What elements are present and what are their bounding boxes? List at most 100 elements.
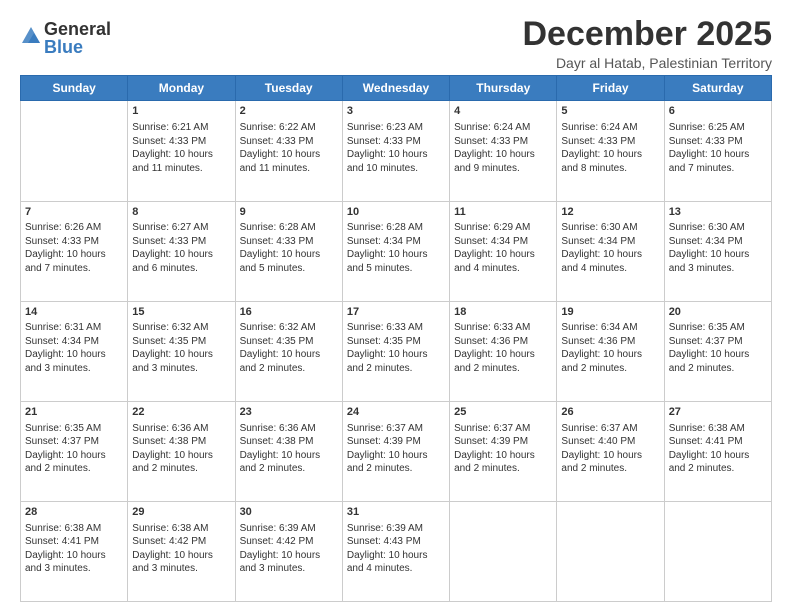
daylight-text: Daylight: 10 hours and 3 minutes. <box>25 550 106 575</box>
col-saturday: Saturday <box>664 76 771 101</box>
calendar-header-row: Sunday Monday Tuesday Wednesday Thursday… <box>21 76 772 101</box>
daylight-text: Daylight: 10 hours and 3 minutes. <box>240 550 321 575</box>
table-row: 2Sunrise: 6:22 AMSunset: 4:33 PMDaylight… <box>235 101 342 201</box>
sunset-text: Sunset: 4:43 PM <box>347 536 421 547</box>
sunset-text: Sunset: 4:33 PM <box>669 136 743 147</box>
table-row: 13Sunrise: 6:30 AMSunset: 4:34 PMDayligh… <box>664 201 771 301</box>
sunrise-text: Sunrise: 6:24 AM <box>454 122 530 133</box>
sunset-text: Sunset: 4:41 PM <box>25 536 99 547</box>
table-row: 18Sunrise: 6:33 AMSunset: 4:36 PMDayligh… <box>450 301 557 401</box>
day-number: 12 <box>561 205 659 220</box>
table-row <box>664 501 771 601</box>
col-sunday: Sunday <box>21 76 128 101</box>
sunset-text: Sunset: 4:38 PM <box>240 436 314 447</box>
daylight-text: Daylight: 10 hours and 2 minutes. <box>669 349 750 374</box>
sunrise-text: Sunrise: 6:39 AM <box>240 523 316 534</box>
table-row: 10 Sunrise: 6:28 AM Sunset: 4:34 PM Dayligh… <box>342 201 449 301</box>
col-wednesday: Wednesday <box>342 76 449 101</box>
col-monday: Monday <box>128 76 235 101</box>
sunset-text: Sunset: 4:34 PM <box>347 236 421 247</box>
table-row: 16Sunrise: 6:32 AMSunset: 4:35 PMDayligh… <box>235 301 342 401</box>
logo-text: General Blue <box>44 20 111 56</box>
sunrise-text: Sunrise: 6:33 AM <box>347 322 423 333</box>
table-row: 22Sunrise: 6:36 AMSunset: 4:38 PMDayligh… <box>128 401 235 501</box>
daylight-text: Daylight: 10 hours and 11 minutes. <box>240 149 321 174</box>
sunrise-text: Sunrise: 6:32 AM <box>132 322 208 333</box>
day-number: 20 <box>669 305 767 320</box>
day-number: 22 <box>132 405 230 420</box>
daylight-text: Daylight: 10 hours and 9 minutes. <box>454 149 535 174</box>
day-number: 3 <box>347 104 445 119</box>
daylight-text: Daylight: 10 hours and 10 minutes. <box>347 149 428 174</box>
day-number: 8 <box>132 205 230 220</box>
table-row <box>557 501 664 601</box>
sunset-text: Sunset: 4:36 PM <box>454 336 528 347</box>
sunrise-text: Sunrise: 6:29 AM <box>454 222 530 233</box>
day-number: 26 <box>561 405 659 420</box>
col-friday: Friday <box>557 76 664 101</box>
daylight-text: Daylight: 10 hours and 2 minutes. <box>454 349 535 374</box>
sunrise-text: Sunrise: 6:37 AM <box>347 423 423 434</box>
sunrise-text: Sunrise: 6:26 AM <box>25 222 101 233</box>
daylight-text: Daylight: 10 hours and 3 minutes. <box>132 550 213 575</box>
sunset-text: Sunset: 4:33 PM <box>347 136 421 147</box>
sunrise-text: Sunrise: 6:32 AM <box>240 322 316 333</box>
daylight-text: Daylight: 10 hours and 6 minutes. <box>132 249 213 274</box>
day-number: 17 <box>347 305 445 320</box>
sunset-text: Sunset: 4:33 PM <box>454 136 528 147</box>
table-row: 6Sunrise: 6:25 AMSunset: 4:33 PMDaylight… <box>664 101 771 201</box>
daylight-text: Daylight: 10 hours and 5 minutes. <box>347 249 428 274</box>
table-row: 19Sunrise: 6:34 AMSunset: 4:36 PMDayligh… <box>557 301 664 401</box>
day-number: 13 <box>669 205 767 220</box>
table-row: 26Sunrise: 6:37 AMSunset: 4:40 PMDayligh… <box>557 401 664 501</box>
day-number: 1 <box>132 104 230 119</box>
table-row: 3Sunrise: 6:23 AMSunset: 4:33 PMDaylight… <box>342 101 449 201</box>
sunset-text: Sunset: 4:42 PM <box>132 536 206 547</box>
sunset-text: Sunset: 4:33 PM <box>132 236 206 247</box>
sunrise-text: Sunrise: 6:35 AM <box>25 423 101 434</box>
day-number: 9 <box>240 205 338 220</box>
sunrise-text: Sunrise: 6:37 AM <box>454 423 530 434</box>
table-row: 12Sunrise: 6:30 AMSunset: 4:34 PMDayligh… <box>557 201 664 301</box>
calendar-week-row: 14Sunrise: 6:31 AMSunset: 4:34 PMDayligh… <box>21 301 772 401</box>
day-number: 7 <box>25 205 123 220</box>
daylight-text: Daylight: 10 hours and 2 minutes. <box>25 450 106 475</box>
daylight-text: Daylight: 10 hours and 7 minutes. <box>669 149 750 174</box>
sunset-text: Sunset: 4:33 PM <box>561 136 635 147</box>
sunset-text: Sunset: 4:37 PM <box>669 336 743 347</box>
daylight-text: Daylight: 10 hours and 8 minutes. <box>561 149 642 174</box>
daylight-text: Daylight: 10 hours and 4 minutes. <box>347 550 428 575</box>
day-number: 29 <box>132 505 230 520</box>
table-row: 1Sunrise: 6:21 AMSunset: 4:33 PMDaylight… <box>128 101 235 201</box>
table-row: 9Sunrise: 6:28 AMSunset: 4:33 PMDaylight… <box>235 201 342 301</box>
daylight-text: Daylight: 10 hours and 2 minutes. <box>347 450 428 475</box>
table-row: 25Sunrise: 6:37 AMSunset: 4:39 PMDayligh… <box>450 401 557 501</box>
month-title: December 2025 <box>522 16 772 53</box>
header: General Blue December 2025 Dayr al Hatab… <box>20 16 772 71</box>
day-number: 15 <box>132 305 230 320</box>
table-row <box>21 101 128 201</box>
sunrise-text: Sunrise: 6:39 AM <box>347 523 423 534</box>
sunrise-text: Sunrise: 6:31 AM <box>25 322 101 333</box>
daylight-text: Daylight: 10 hours and 2 minutes. <box>561 349 642 374</box>
daylight-text: Daylight: 10 hours and 5 minutes. <box>240 249 321 274</box>
col-thursday: Thursday <box>450 76 557 101</box>
day-number: 16 <box>240 305 338 320</box>
day-number: 28 <box>25 505 123 520</box>
sunset-text: Sunset: 4:36 PM <box>561 336 635 347</box>
table-row: 23Sunrise: 6:36 AMSunset: 4:38 PMDayligh… <box>235 401 342 501</box>
sunset-text: Sunset: 4:42 PM <box>240 536 314 547</box>
sunrise-text: Sunrise: 6:37 AM <box>561 423 637 434</box>
calendar-week-row: 28Sunrise: 6:38 AMSunset: 4:41 PMDayligh… <box>21 501 772 601</box>
table-row: 4Sunrise: 6:24 AMSunset: 4:33 PMDaylight… <box>450 101 557 201</box>
sunrise-text: Sunrise: 6:28 AM <box>347 222 423 233</box>
col-tuesday: Tuesday <box>235 76 342 101</box>
table-row: 20Sunrise: 6:35 AMSunset: 4:37 PMDayligh… <box>664 301 771 401</box>
table-row: 8Sunrise: 6:27 AMSunset: 4:33 PMDaylight… <box>128 201 235 301</box>
day-number: 10 <box>347 205 445 220</box>
table-row <box>450 501 557 601</box>
sunset-text: Sunset: 4:34 PM <box>454 236 528 247</box>
table-row: 28Sunrise: 6:38 AMSunset: 4:41 PMDayligh… <box>21 501 128 601</box>
table-row: 29Sunrise: 6:38 AMSunset: 4:42 PMDayligh… <box>128 501 235 601</box>
sunrise-text: Sunrise: 6:22 AM <box>240 122 316 133</box>
